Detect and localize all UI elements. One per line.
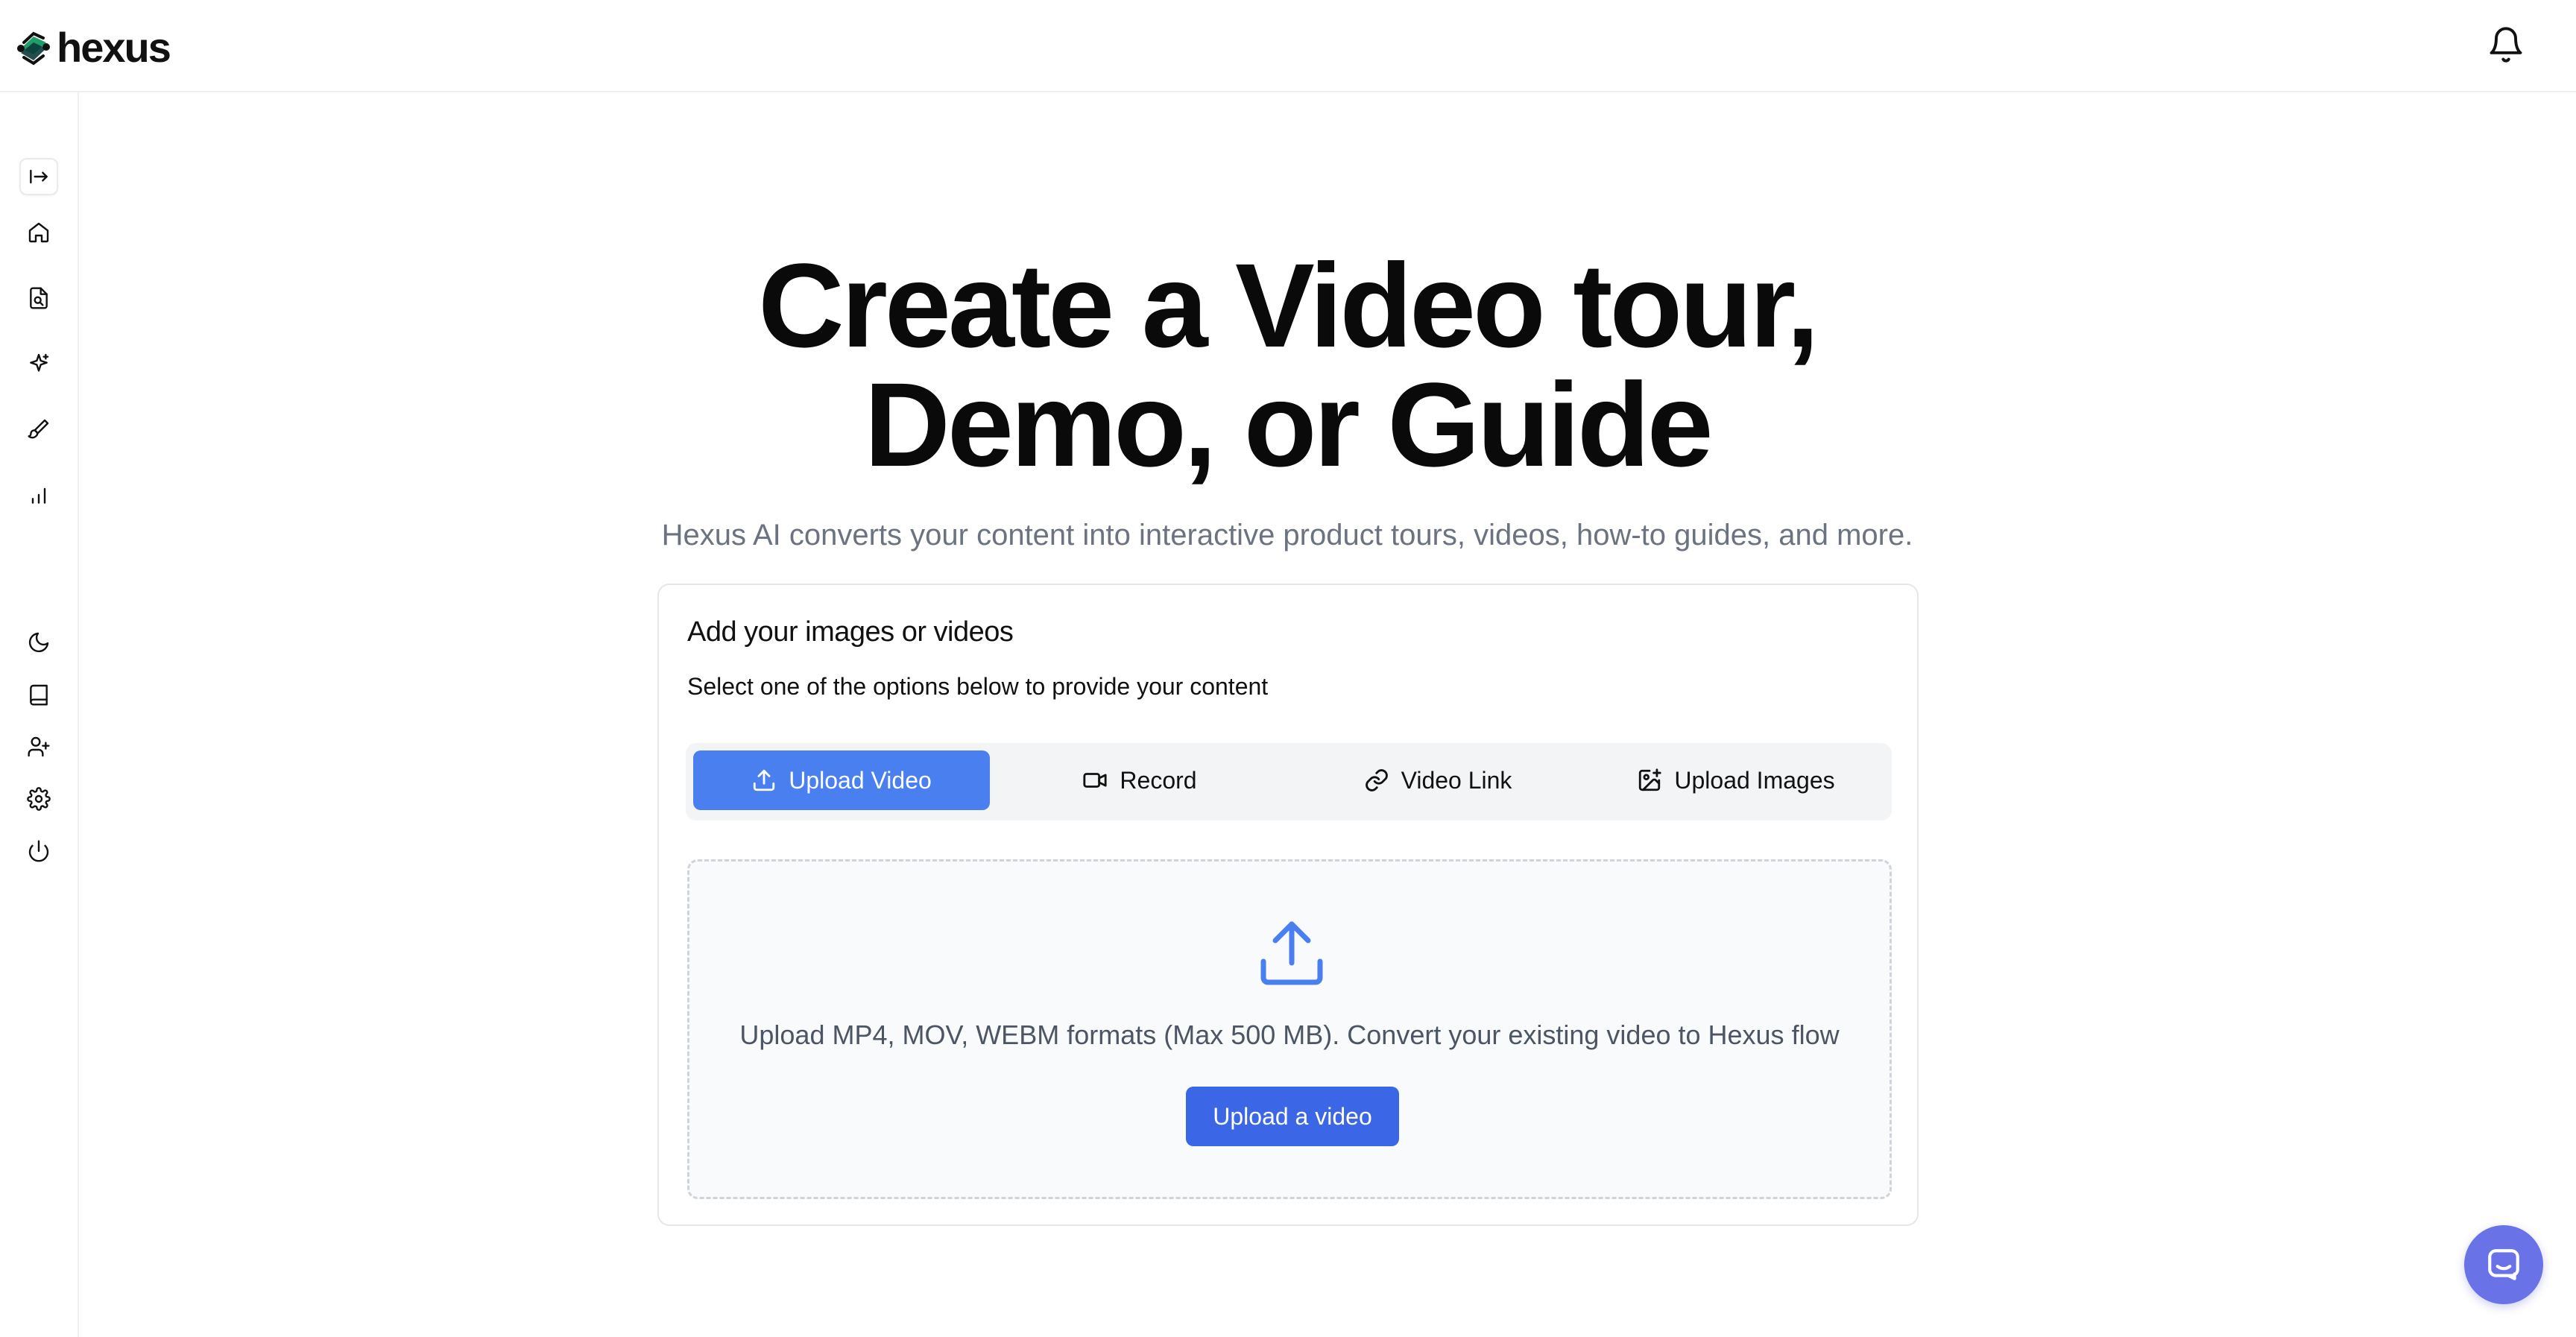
source-tabs: Upload Video Record Video Link Upload Im… bbox=[686, 743, 1892, 821]
card-title: Add your images or videos bbox=[687, 616, 1014, 648]
dropzone-instructions: Upload MP4, MOV, WEBM formats (Max 500 M… bbox=[739, 1020, 1840, 1050]
file-search-icon bbox=[30, 287, 48, 309]
sidebar-item-ai[interactable] bbox=[22, 347, 55, 380]
sidebar-item-theme[interactable] bbox=[22, 626, 55, 659]
sidebar-item-branding[interactable] bbox=[22, 413, 55, 446]
sparkles-icon bbox=[30, 353, 49, 372]
sidebar-toggle-button[interactable] bbox=[19, 158, 58, 195]
top-bar: hexus bbox=[0, 0, 2576, 92]
sidebar-item-files[interactable] bbox=[22, 282, 55, 315]
brand-logo[interactable]: hexus bbox=[13, 24, 171, 71]
brand-name: hexus bbox=[57, 24, 171, 71]
user-plus-icon bbox=[28, 736, 50, 757]
tab-label: Record bbox=[1120, 766, 1197, 794]
tab-upload-images[interactable]: Upload Images bbox=[1588, 750, 1884, 810]
tab-upload-video[interactable]: Upload Video bbox=[693, 750, 990, 810]
tab-record[interactable]: Record bbox=[991, 750, 1288, 810]
page-title: Create a Video tour, Demo, or Guide bbox=[596, 246, 1978, 484]
bar-chart-icon bbox=[31, 487, 46, 504]
video-dropzone[interactable]: Upload MP4, MOV, WEBM formats (Max 500 M… bbox=[687, 859, 1892, 1199]
sidebar-item-docs[interactable] bbox=[22, 678, 55, 711]
power-icon bbox=[28, 840, 49, 862]
sidebar-item-home[interactable] bbox=[22, 216, 55, 249]
bell-icon bbox=[2490, 27, 2522, 63]
video-camera-icon bbox=[1083, 773, 1108, 788]
upload-arrow-icon bbox=[1260, 921, 1323, 985]
page-subtitle: Hexus AI converts your content into inte… bbox=[661, 519, 1913, 551]
hexus-logo-icon bbox=[17, 31, 50, 66]
card-description: Select one of the options below to provi… bbox=[687, 673, 1269, 700]
sidebar-item-logout[interactable] bbox=[22, 835, 55, 867]
upload-icon bbox=[754, 769, 775, 791]
settings-icon bbox=[27, 787, 51, 811]
link-icon bbox=[1365, 769, 1388, 791]
chat-launcher-button[interactable] bbox=[2464, 1225, 2543, 1304]
moon-icon bbox=[28, 632, 49, 653]
book-icon bbox=[30, 684, 48, 706]
upload-video-button[interactable]: Upload a video bbox=[1186, 1087, 1399, 1146]
sidebar-item-invite[interactable] bbox=[22, 730, 55, 763]
page-title-line2: Demo, or Guide bbox=[864, 358, 1713, 491]
sidebar bbox=[0, 92, 79, 1337]
notifications-button[interactable] bbox=[2487, 22, 2525, 67]
tab-label: Upload Images bbox=[1674, 766, 1835, 794]
expand-sidebar-icon bbox=[30, 169, 48, 184]
chat-icon bbox=[2488, 1249, 2519, 1280]
sidebar-item-settings[interactable] bbox=[22, 783, 55, 815]
content-source-card: Add your images or videos Select one of … bbox=[657, 584, 1919, 1226]
paintbrush-icon bbox=[28, 419, 49, 439]
tab-video-link[interactable]: Video Link bbox=[1289, 750, 1586, 810]
home-icon bbox=[28, 222, 49, 243]
image-plus-icon bbox=[1639, 768, 1661, 791]
page-title-line1: Create a Video tour, bbox=[758, 238, 1819, 372]
sidebar-item-analytics[interactable] bbox=[22, 478, 55, 511]
tab-label: Video Link bbox=[1401, 766, 1512, 794]
tab-label: Upload Video bbox=[789, 766, 932, 794]
